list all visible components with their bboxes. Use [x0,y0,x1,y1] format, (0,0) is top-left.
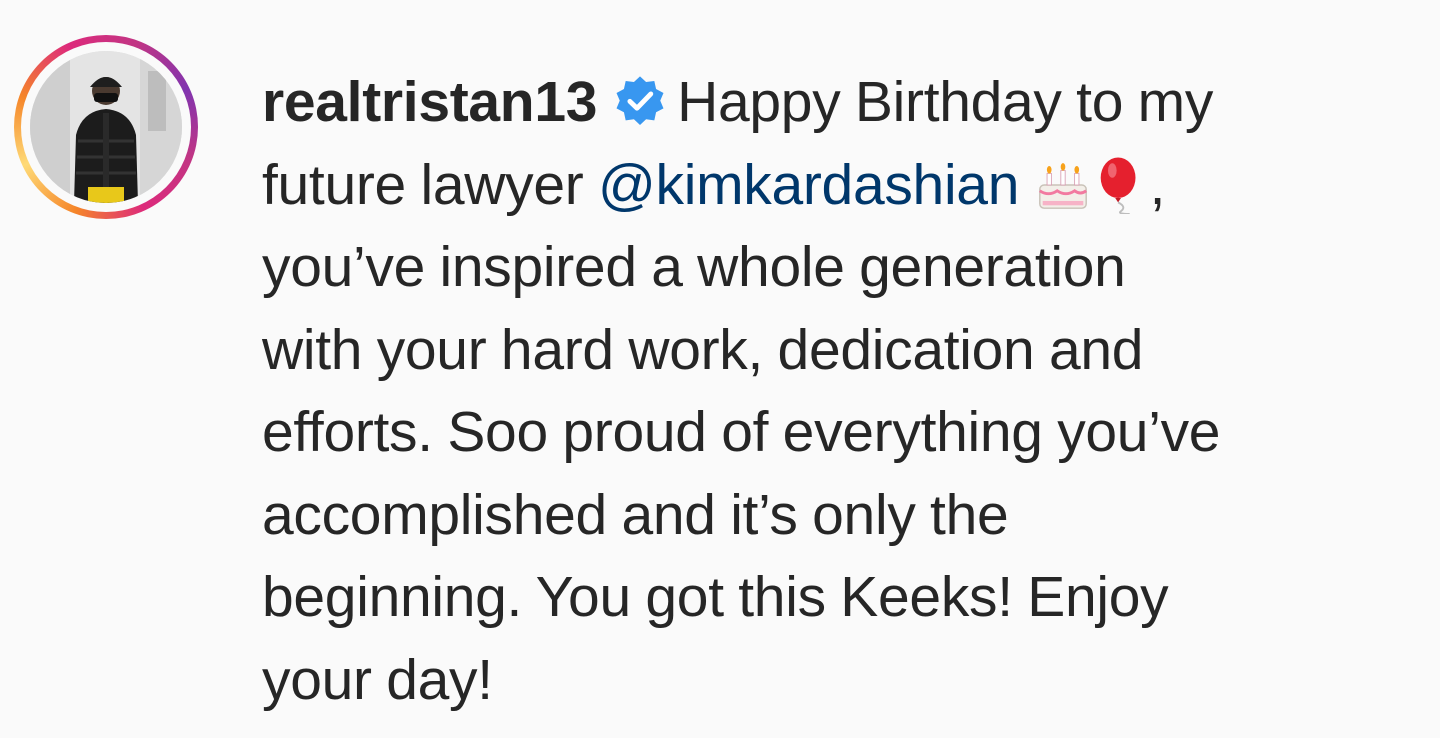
caption-line-7: beginning. You got this Keeks! Enjoy [262,565,1169,629]
caption-text-1: Happy Birthday to my [677,70,1214,134]
caption-line-8: your day! [262,647,493,712]
caption-line-5: efforts. Soo proud of everything you’ve [262,400,1221,464]
verified-badge-icon [616,76,664,125]
post-caption: realtristan13 Happy Birthday to my futur… [262,61,1432,721]
profile-photo [30,51,182,203]
caption-line-6: accomplished and it’s only the [262,482,1009,547]
caption-line-2: future lawyer @kimkardashian , [262,144,1432,227]
avatar[interactable] [30,51,182,203]
story-ring[interactable] [14,35,198,219]
caption-line-4: with your hard work, dedication and [262,317,1144,382]
caption-text-2: future lawyer [262,152,598,217]
username-link[interactable]: realtristan13 [262,70,597,134]
avatar-frame [21,42,191,212]
balloon-icon [1100,156,1136,214]
mention-link[interactable]: @kimkardashian [598,153,1019,217]
birthday-cake-icon [1038,162,1087,209]
caption-line-3: you’ve inspired a whole generation [262,235,1126,299]
caption-text-2-suffix: , [1149,152,1166,217]
caption-line-1: realtristan13 Happy Birthday to my [262,61,1432,144]
